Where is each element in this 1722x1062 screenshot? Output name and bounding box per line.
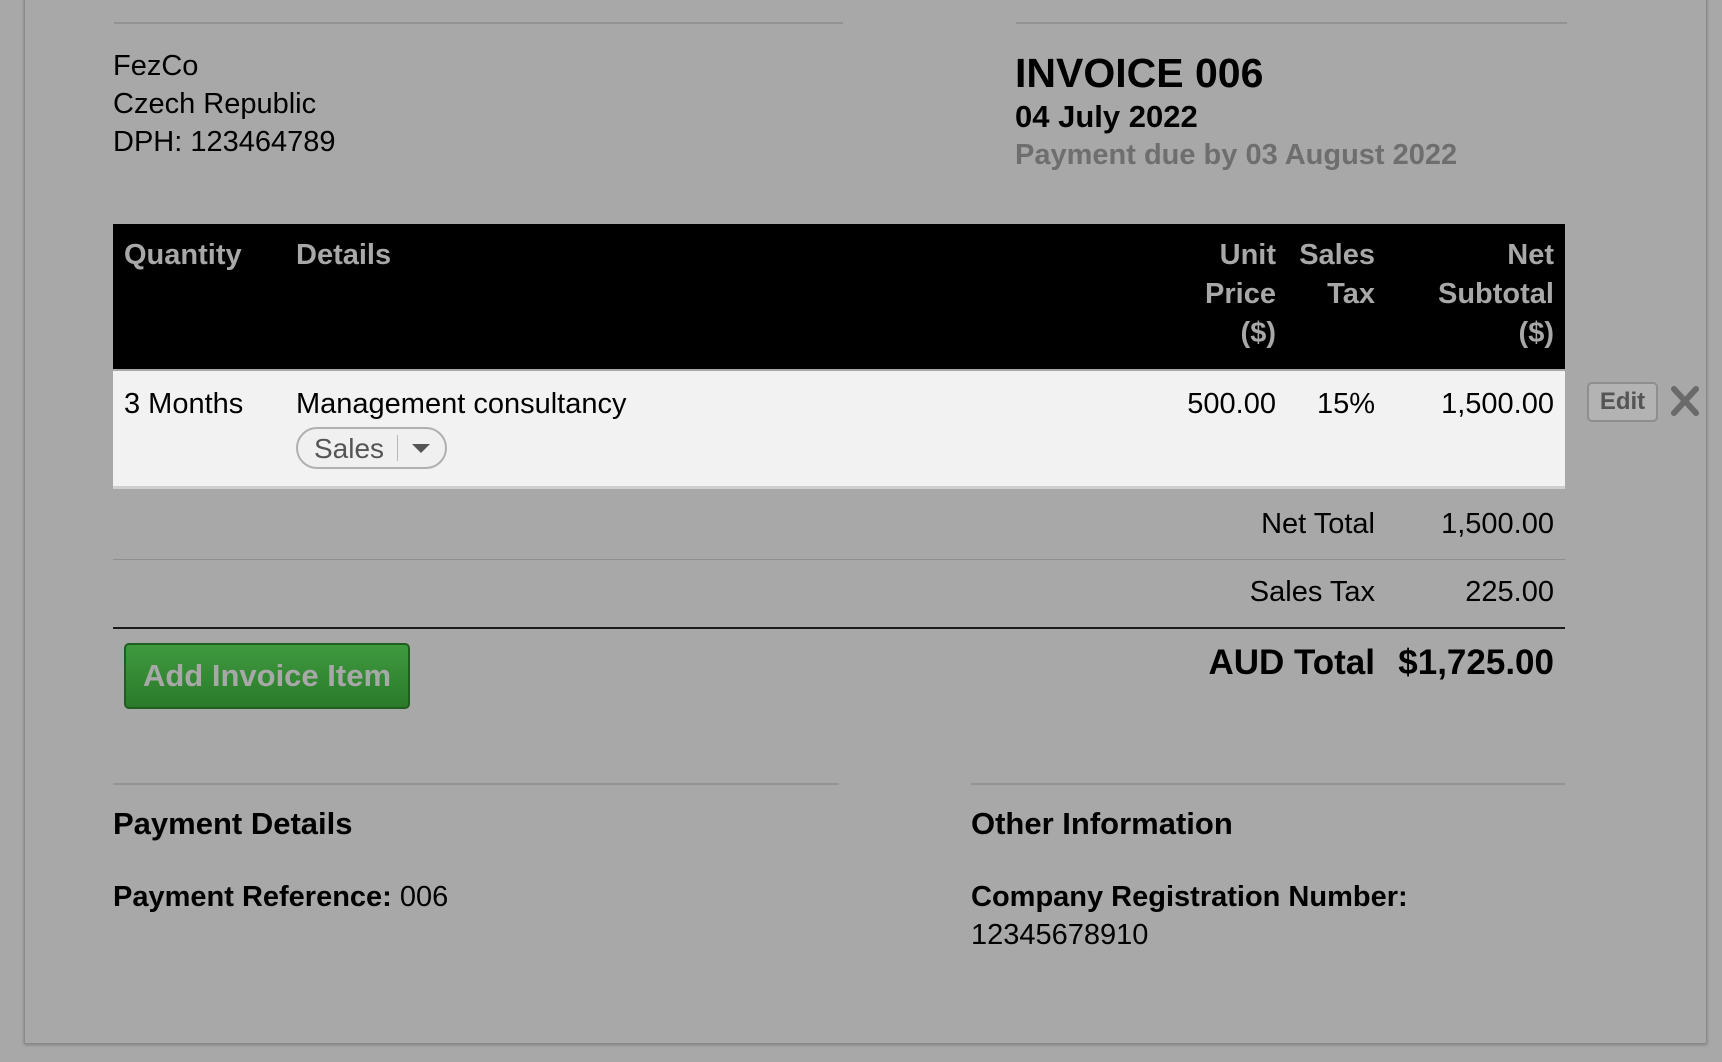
add-invoice-item-button[interactable]: Add Invoice Item xyxy=(124,643,410,709)
bottom-divider-left xyxy=(113,783,839,785)
sales-tax-label: Sales Tax xyxy=(1249,576,1375,608)
seller-name: FezCo xyxy=(113,50,199,82)
items-table-header: Quantity Details Unit Price ($) Sales Ta… xyxy=(113,224,1565,369)
table-row[interactable]: 3 Months Management consultancy Sales 50… xyxy=(113,371,1565,489)
row-details: Management consultancy xyxy=(296,388,627,420)
close-icon[interactable] xyxy=(1670,383,1700,419)
top-divider-right xyxy=(1016,22,1567,24)
row-sales-tax: 15% xyxy=(1316,388,1375,420)
row-net-subtotal: 1,500.00 xyxy=(1441,388,1554,420)
col-sales-tax: Sales Tax xyxy=(1285,236,1375,314)
payment-reference: Payment Reference: 006 xyxy=(113,878,448,916)
bottom-divider-right xyxy=(971,783,1565,785)
net-total-label: Net Total xyxy=(1261,508,1375,540)
chevron-down-icon[interactable] xyxy=(412,444,430,453)
col-details: Details xyxy=(296,239,392,271)
grand-total-label: AUD Total xyxy=(1208,643,1375,682)
category-dropdown-label: Sales xyxy=(314,433,385,464)
net-total-value: 1,500.00 xyxy=(1441,508,1554,540)
row-quantity: 3 Months xyxy=(124,388,244,420)
col-sales-tax-line1: Sales xyxy=(1299,239,1375,271)
col-unit-price-line1: Unit xyxy=(1219,239,1276,271)
company-registration-value: 12345678910 xyxy=(971,919,1149,951)
col-net-subtotal-line3: ($) xyxy=(1518,317,1554,349)
invoice-date: 04 July 2022 xyxy=(1015,99,1198,134)
category-dropdown[interactable]: Sales xyxy=(296,427,447,469)
col-unit-price-line3: ($) xyxy=(1240,317,1276,349)
col-unit-price: Unit Price ($) xyxy=(1146,236,1276,353)
company-registration: Company Registration Number: 12345678910 xyxy=(971,878,1408,954)
net-total-divider xyxy=(113,559,1565,560)
seller-country: Czech Republic xyxy=(113,88,317,120)
category-dropdown-separator xyxy=(397,435,398,461)
sales-tax-divider xyxy=(113,627,1565,629)
payment-details-title: Payment Details xyxy=(113,806,353,841)
seller-tax-id: DPH: 123464789 xyxy=(113,126,336,158)
invoice-header: INVOICE 006 04 July 2022 Payment due by … xyxy=(1015,47,1457,173)
col-net-subtotal: Net Subtotal ($) xyxy=(1394,236,1554,353)
col-sales-tax-line2: Tax xyxy=(1327,278,1375,310)
payment-reference-label: Payment Reference: xyxy=(113,881,392,913)
col-unit-price-line2: Price xyxy=(1205,278,1276,310)
col-net-subtotal-line1: Net xyxy=(1507,239,1554,271)
row-unit-price: 500.00 xyxy=(1187,388,1276,420)
invoice-due-date: Payment due by 03 August 2022 xyxy=(1015,139,1458,171)
invoice-title: INVOICE 006 xyxy=(1015,50,1264,96)
payment-reference-value: 006 xyxy=(399,881,449,913)
seller-address: FezCo Czech Republic DPH: 123464789 xyxy=(113,47,336,161)
edit-row-button[interactable]: Edit xyxy=(1587,382,1658,422)
company-registration-label: Company Registration Number: xyxy=(971,881,1408,913)
col-quantity: Quantity xyxy=(124,239,242,271)
col-net-subtotal-line2: Subtotal xyxy=(1438,278,1554,310)
top-divider-left xyxy=(114,22,843,24)
other-information-title: Other Information xyxy=(971,806,1233,841)
sales-tax-value: 225.00 xyxy=(1465,576,1554,608)
grand-total-value: $1,725.00 xyxy=(1398,643,1554,682)
